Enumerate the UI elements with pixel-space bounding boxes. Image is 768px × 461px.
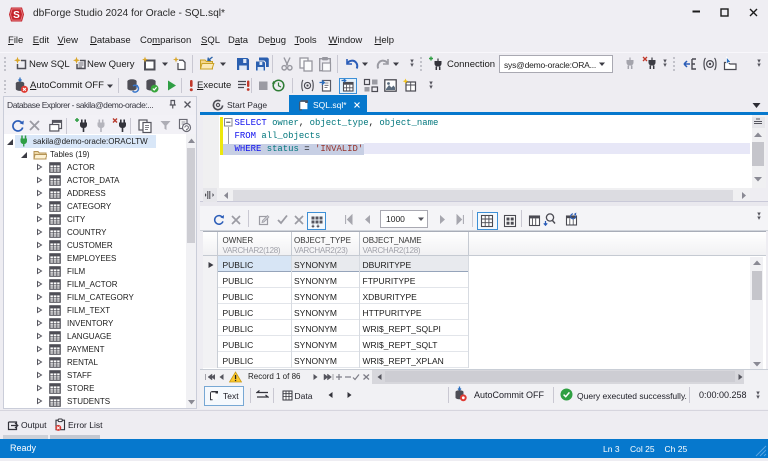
svg-text:S: S	[13, 10, 20, 21]
